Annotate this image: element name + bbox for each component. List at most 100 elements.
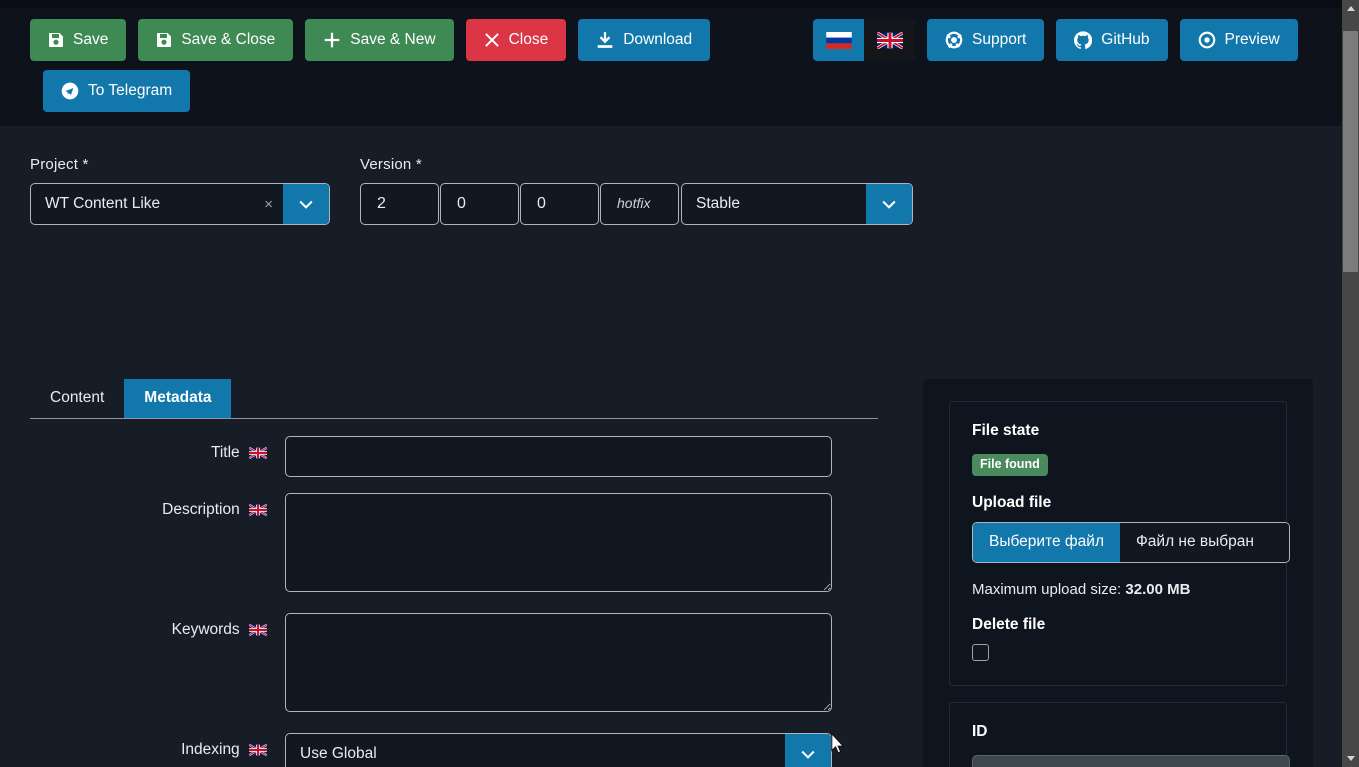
save-disk-icon [48, 32, 64, 48]
version-inputs: Stable [360, 183, 913, 225]
lifebuoy-icon [945, 31, 963, 49]
indexing-row: Indexing Use Global [30, 733, 878, 767]
title-label-text: Title [210, 444, 240, 461]
file-upload-field[interactable]: Выберите файл Файл не выбран [972, 521, 1290, 563]
upload-file-heading: Upload file [972, 493, 1052, 511]
tab-content[interactable]: Content [30, 379, 124, 418]
content-area: Project * WT Content Like × Version * 2 … [0, 126, 1342, 767]
toolbar-secondary-group: To Telegram [43, 70, 191, 112]
keywords-label-text: Keywords [171, 621, 240, 638]
version-major-input[interactable] [360, 183, 439, 225]
keywords-row: Keywords [30, 613, 878, 717]
language-switcher[interactable] [813, 19, 915, 61]
flag-uk-icon [249, 504, 267, 516]
support-button-label: Support [972, 31, 1027, 49]
max-upload-size-value: 32.00 MB [1125, 580, 1191, 598]
viewport: Save Save & Close Save & New Close Downl… [0, 0, 1342, 767]
save-and-new-button[interactable]: Save & New [305, 19, 454, 61]
version-stability-select[interactable]: Stable [681, 183, 913, 225]
scrollbar-thumb[interactable] [1343, 31, 1358, 272]
title-row: Title [30, 436, 878, 477]
keywords-textarea[interactable] [285, 613, 832, 712]
scroll-down-arrow[interactable] [1342, 750, 1359, 767]
file-state-heading: File state [972, 422, 1040, 439]
close-button[interactable]: Close [465, 19, 567, 61]
language-option-ru[interactable] [813, 19, 864, 61]
editor-tabs: Content Metadata [30, 379, 878, 419]
download-button[interactable]: Download [578, 19, 711, 61]
tab-metadata[interactable]: Metadata [124, 379, 232, 418]
version-minor-input[interactable] [440, 183, 519, 225]
record-card: ID Record number in the database. Joomla… [949, 701, 1290, 767]
status-badge: File found [972, 454, 1048, 476]
version-patch-input[interactable] [520, 183, 599, 225]
indexing-label: Indexing [30, 733, 285, 759]
save-and-close-button-label: Save & Close [181, 31, 276, 49]
flag-uk-icon [249, 447, 267, 459]
save-button[interactable]: Save [30, 19, 127, 61]
plus-icon [323, 31, 341, 49]
support-button[interactable]: Support [927, 19, 1045, 61]
page-scrollbar[interactable] [1342, 0, 1359, 767]
save-button-label: Save [73, 31, 109, 49]
title-label: Title [30, 436, 285, 462]
choose-file-button[interactable]: Выберите файл [973, 522, 1121, 562]
description-row: Description [30, 493, 878, 597]
github-button[interactable]: GitHub [1056, 19, 1168, 61]
metadata-form: Title Description Keywords Indexing Use … [30, 436, 878, 767]
version-label: Version * [360, 156, 913, 173]
toolbar-right-group: Support GitHub Preview [813, 19, 1298, 61]
flag-russia-icon [825, 31, 852, 49]
indexing-chevron-down-icon[interactable] [785, 734, 831, 767]
version-hotfix-input[interactable] [600, 183, 679, 225]
flag-uk-icon [876, 31, 903, 49]
version-stability-value: Stable [696, 195, 740, 212]
save-and-close-button[interactable]: Save & Close [138, 19, 294, 61]
max-upload-size-label: Maximum upload size: [972, 580, 1126, 598]
language-option-en[interactable] [864, 19, 915, 61]
title-control [285, 436, 878, 477]
download-button-label: Download [623, 31, 693, 49]
download-icon [596, 31, 614, 49]
flag-uk-icon [249, 624, 267, 636]
delete-file-heading: Delete file [972, 615, 1046, 633]
app-window: Save Save & Close Save & New Close Downl… [0, 0, 1359, 767]
id-field[interactable] [972, 754, 1290, 767]
project-select-chevron-down-icon[interactable] [283, 184, 329, 224]
indexing-select[interactable]: Use Global [285, 733, 832, 767]
version-field: Version * Stable [360, 156, 913, 225]
indexing-select-value: Use Global [300, 745, 377, 762]
version-label-text: Version [360, 156, 412, 173]
id-label: ID [972, 722, 988, 740]
preview-button[interactable]: Preview [1179, 19, 1298, 61]
project-select-value: WT Content Like [45, 195, 161, 212]
save-disk-icon [156, 32, 172, 48]
keywords-label: Keywords [30, 613, 285, 639]
file-state-card: File state File found Upload file Выбери… [949, 401, 1290, 686]
side-panel: File state File found Upload file Выбери… [923, 379, 1313, 767]
version-stability-chevron-down-icon[interactable] [866, 184, 912, 224]
project-clear-icon[interactable]: × [254, 184, 283, 224]
to-telegram-button[interactable]: To Telegram [43, 70, 191, 112]
description-textarea[interactable] [285, 493, 832, 592]
github-button-label: GitHub [1101, 31, 1150, 49]
scroll-up-arrow[interactable] [1342, 0, 1359, 17]
indexing-control: Use Global [285, 733, 878, 767]
project-version-row: Project * WT Content Like × Version * 2 … [30, 156, 913, 225]
description-label: Description [30, 493, 285, 519]
project-field: Project * WT Content Like × [30, 156, 330, 225]
title-input[interactable] [285, 436, 832, 477]
telegram-icon [61, 82, 79, 100]
toolbar: Save Save & Close Save & New Close Downl… [0, 8, 1342, 126]
max-upload-size: Maximum upload size: 32.00 MB [972, 581, 1264, 598]
version-required-mark: * [415, 156, 422, 173]
description-control [285, 493, 878, 597]
delete-file-checkbox[interactable] [972, 643, 989, 661]
preview-button-label: Preview [1224, 31, 1280, 49]
project-select[interactable]: WT Content Like × [30, 183, 330, 225]
project-required-mark: * [82, 156, 89, 173]
close-button-label: Close [508, 31, 549, 49]
close-x-icon [484, 32, 500, 48]
keywords-control [285, 613, 878, 717]
project-label-text: Project [30, 156, 79, 173]
